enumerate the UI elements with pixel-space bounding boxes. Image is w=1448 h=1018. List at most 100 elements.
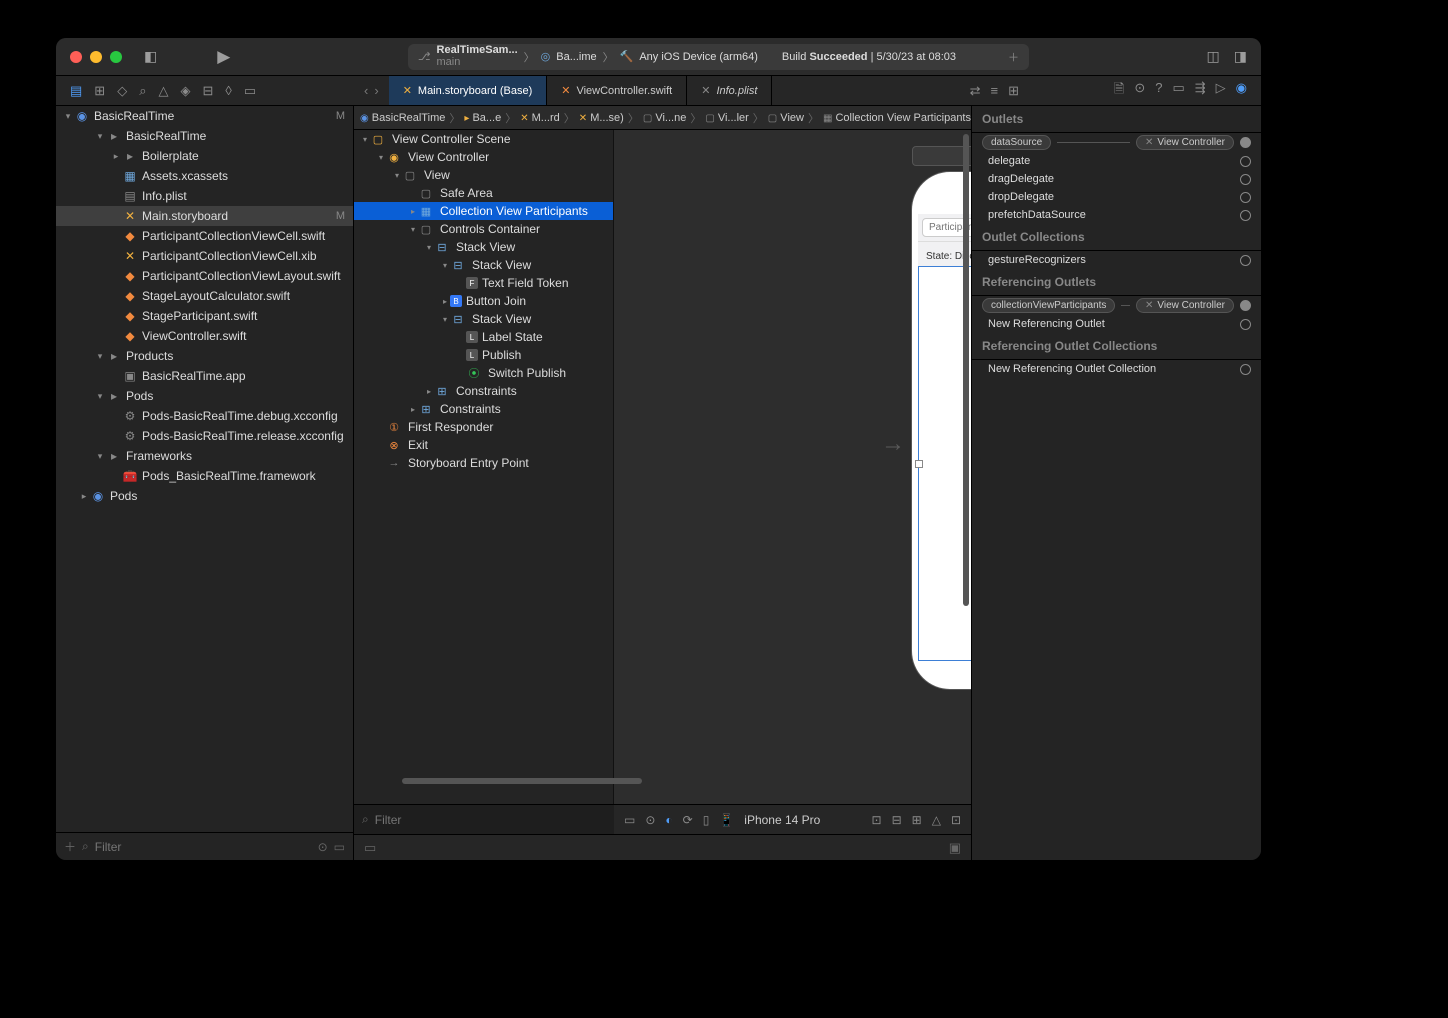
back-icon[interactable]: ‹ bbox=[364, 83, 368, 98]
connection-circle-icon[interactable] bbox=[1240, 319, 1251, 330]
sidebar-left-icon[interactable]: ◧ bbox=[144, 48, 157, 65]
outline-row[interactable]: LPublish bbox=[354, 346, 613, 364]
forward-icon[interactable]: › bbox=[374, 83, 378, 98]
outline-row[interactable]: ▾▢View bbox=[354, 166, 613, 184]
layout-options-icon[interactable]: ⊡ bbox=[951, 813, 961, 827]
tree-row[interactable]: ▸◉Pods bbox=[56, 486, 353, 506]
align-icon[interactable]: ⊡ bbox=[872, 813, 882, 827]
outline-row[interactable]: FText Field Token bbox=[354, 274, 613, 292]
source-control-icon[interactable]: ⊞ bbox=[94, 83, 105, 99]
identity-inspector-icon[interactable]: ▭ bbox=[1172, 80, 1184, 102]
outline-row[interactable]: ▾▢View Controller Scene bbox=[354, 130, 613, 148]
connection-row[interactable]: gestureRecognizers bbox=[972, 251, 1261, 269]
tree-row[interactable]: ◆StageLayoutCalculator.swift bbox=[56, 286, 353, 306]
embed-icon[interactable]: △ bbox=[932, 813, 941, 827]
breadcrumb-segment[interactable]: ▸ Ba...e bbox=[464, 112, 501, 124]
outline-toggle-icon[interactable]: ▭ bbox=[624, 813, 635, 827]
related-items-icon[interactable]: ⇄ bbox=[970, 83, 981, 99]
run-button[interactable]: ▶ bbox=[217, 47, 230, 67]
maximize-button[interactable] bbox=[110, 51, 122, 63]
resolve-icon[interactable]: ⊞ bbox=[912, 813, 922, 827]
adjust-icon[interactable]: ⊙ bbox=[645, 813, 655, 827]
library-icon[interactable]: ◫ bbox=[1207, 48, 1220, 65]
pin-icon[interactable]: ⊟ bbox=[892, 813, 902, 827]
breadcrumb-segment[interactable]: ▢ Vi...ne bbox=[643, 112, 687, 124]
device-label[interactable]: iPhone 14 Pro bbox=[744, 813, 820, 827]
breadcrumb-segment[interactable]: ▦ Collection View Participants bbox=[823, 112, 971, 124]
outline-row[interactable]: ▾⊟Stack View bbox=[354, 310, 613, 328]
navigator-filter-input[interactable] bbox=[95, 840, 312, 854]
document-outline[interactable]: ▾▢View Controller Scene▾◉View Controller… bbox=[354, 130, 614, 804]
canvas[interactable]: → Join S bbox=[614, 130, 971, 804]
jump-bar[interactable]: ◉ BasicRealTime〉▸ Ba...e〉✕ M...rd〉✕ M...… bbox=[354, 106, 971, 130]
debug-toggle-icon[interactable]: ▭ bbox=[364, 840, 376, 856]
connection-circle-icon[interactable] bbox=[1240, 255, 1251, 266]
tree-row[interactable]: ▾▸Products bbox=[56, 346, 353, 366]
scheme-status-bar[interactable]: ⎇ RealTimeSam... main 〉 ◎ Ba...ime 〉 🔨 A… bbox=[408, 44, 1029, 70]
project-navigator-icon[interactable]: ▤ bbox=[70, 83, 82, 99]
outline-row[interactable]: ▾⊟Stack View bbox=[354, 256, 613, 274]
minimize-button[interactable] bbox=[90, 51, 102, 63]
editor-tab[interactable]: ✕ViewController.swift bbox=[547, 76, 687, 105]
add-icon[interactable]: ＋ bbox=[64, 838, 76, 855]
breakpoint-navigator-icon[interactable]: ◊ bbox=[225, 83, 231, 98]
debug-navigator-icon[interactable]: ⊟ bbox=[202, 83, 213, 99]
tree-row[interactable]: ✕Main.storyboardM bbox=[56, 206, 353, 226]
outline-row[interactable]: ▸▦Collection View Participants bbox=[354, 202, 613, 220]
add-tab-icon[interactable]: ＋ bbox=[1008, 49, 1019, 65]
test-navigator-icon[interactable]: ◈ bbox=[180, 83, 190, 99]
outline-row[interactable]: LLabel State bbox=[354, 328, 613, 346]
tree-row[interactable]: ◆ParticipantCollectionViewCell.swift bbox=[56, 226, 353, 246]
connections-inspector-icon[interactable]: ◉ bbox=[1236, 80, 1247, 102]
scope-icon[interactable]: ▭ bbox=[334, 840, 345, 854]
tree-row[interactable]: ▦Assets.xcassets bbox=[56, 166, 353, 186]
connection-row[interactable]: delegate bbox=[972, 152, 1261, 170]
outline-row[interactable]: →Storyboard Entry Point bbox=[354, 454, 613, 472]
tree-row[interactable]: ▤Info.plist bbox=[56, 186, 353, 206]
outline-row[interactable]: ▸BButton Join bbox=[354, 292, 613, 310]
find-navigator-icon[interactable]: ⌕ bbox=[139, 83, 146, 99]
outline-row[interactable]: ▾◉View Controller bbox=[354, 148, 613, 166]
attributes-inspector-icon[interactable]: ⇶ bbox=[1195, 80, 1206, 102]
file-inspector-icon[interactable]: 🗎 bbox=[1114, 80, 1124, 102]
outline-row[interactable]: ▸⊞Constraints bbox=[354, 400, 613, 418]
history-inspector-icon[interactable]: ⊙ bbox=[1134, 80, 1145, 102]
outline-row[interactable]: ▾▢Controls Container bbox=[354, 220, 613, 238]
outline-row[interactable]: ▾⊟Stack View bbox=[354, 238, 613, 256]
tree-row[interactable]: ◆StageParticipant.swift bbox=[56, 306, 353, 326]
connection-row[interactable]: New Referencing Outlet bbox=[972, 315, 1261, 333]
layout-icon[interactable]: ▯ bbox=[703, 813, 710, 827]
sidebar-right-icon[interactable]: ◨ bbox=[1234, 48, 1247, 65]
tree-row[interactable]: 🧰Pods_BasicRealTime.framework bbox=[56, 466, 353, 486]
issue-navigator-icon[interactable]: △ bbox=[158, 83, 168, 99]
outline-row[interactable]: ⊗Exit bbox=[354, 436, 613, 454]
editor-tab[interactable]: ✕Info.plist bbox=[687, 76, 772, 105]
outline-filter-input[interactable] bbox=[375, 813, 606, 827]
file-tree[interactable]: ▾◉BasicRealTimeM▾▸BasicRealTime▸▸Boilerp… bbox=[56, 106, 353, 832]
breadcrumb-segment[interactable]: ▢ Vi...ler bbox=[705, 112, 748, 124]
connection-pill[interactable]: dataSource✕View Controller bbox=[972, 133, 1261, 152]
connection-circle-icon[interactable] bbox=[1240, 364, 1251, 375]
tree-row[interactable]: ✕ParticipantCollectionViewCell.xib bbox=[56, 246, 353, 266]
close-button[interactable] bbox=[70, 51, 82, 63]
horizontal-scrollbar[interactable] bbox=[402, 778, 642, 784]
editor-tab[interactable]: ✕Main.storyboard (Base) bbox=[389, 76, 548, 105]
appearance-icon[interactable]: ◐ bbox=[665, 813, 672, 827]
help-inspector-icon[interactable]: ? bbox=[1155, 80, 1162, 102]
outline-row[interactable]: ⦿Switch Publish bbox=[354, 364, 613, 382]
clock-icon[interactable]: ⊙ bbox=[318, 840, 328, 854]
tree-row[interactable]: ▾▸Frameworks bbox=[56, 446, 353, 466]
editor-options-icon[interactable]: ≡ bbox=[991, 83, 999, 99]
connection-row[interactable]: dropDelegate bbox=[972, 188, 1261, 206]
outline-row[interactable]: ①First Responder bbox=[354, 418, 613, 436]
outline-row[interactable]: ▢Safe Area bbox=[354, 184, 613, 202]
breadcrumb-segment[interactable]: ▢ View bbox=[768, 112, 804, 124]
connection-row[interactable]: prefetchDataSource bbox=[972, 206, 1261, 224]
connection-circle-icon[interactable] bbox=[1240, 210, 1251, 221]
connection-circle-icon[interactable] bbox=[1240, 174, 1251, 185]
tree-row[interactable]: ▾▸BasicRealTime bbox=[56, 126, 353, 146]
symbol-navigator-icon[interactable]: ◇ bbox=[117, 83, 127, 99]
connection-circle-icon[interactable] bbox=[1240, 156, 1251, 167]
tree-row[interactable]: ⚙Pods-BasicRealTime.release.xcconfig bbox=[56, 426, 353, 446]
tree-row[interactable]: ▣BasicRealTime.app bbox=[56, 366, 353, 386]
